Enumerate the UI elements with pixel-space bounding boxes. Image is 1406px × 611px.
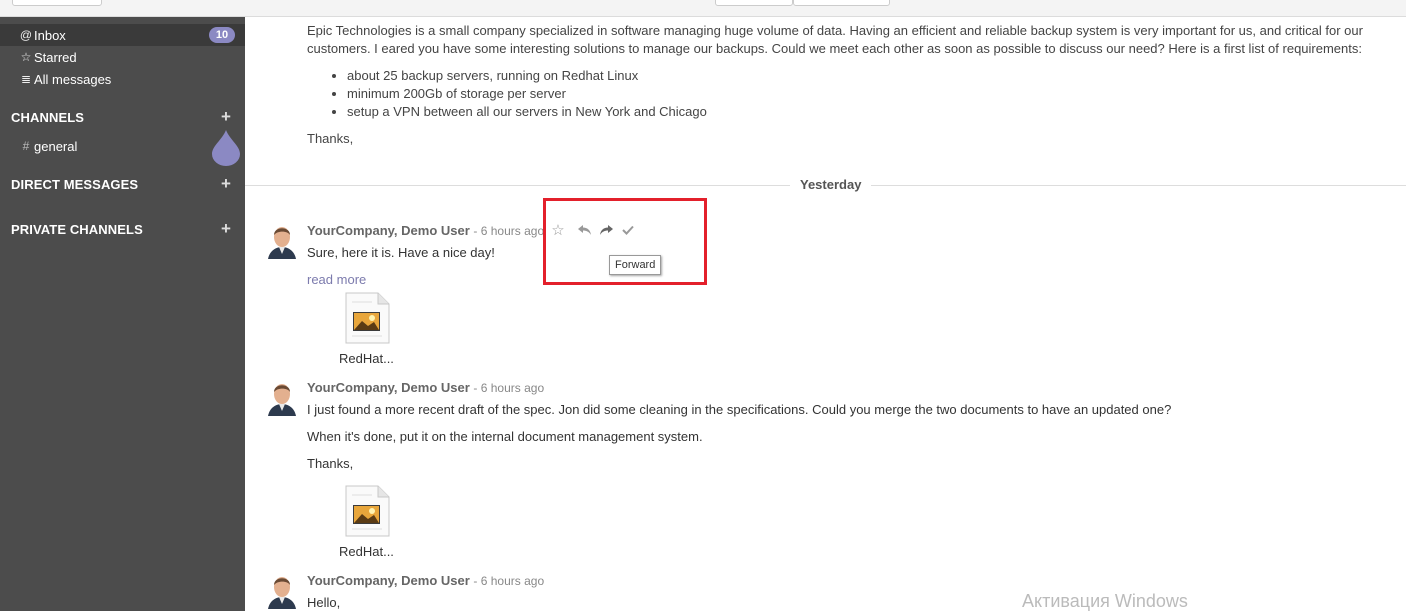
add-channel-icon[interactable]: +	[219, 108, 233, 125]
private-channels-section-title[interactable]: PRIVATE CHANNELS	[11, 222, 143, 237]
author-name[interactable]: YourCompany, Demo User	[307, 573, 470, 588]
avatar[interactable]	[266, 573, 298, 609]
at-icon: @	[19, 28, 33, 42]
message-text: Hello,	[307, 595, 341, 610]
sidebar-item-inbox[interactable]: @ Inbox 10	[0, 24, 245, 46]
avatar[interactable]	[266, 223, 298, 259]
image-file-icon	[345, 292, 390, 344]
requirements-list: about 25 backup servers, running on Redh…	[347, 67, 1387, 121]
sidebar-item-label: All messages	[34, 71, 112, 87]
list-item: minimum 200Gb of storage per server	[347, 85, 1387, 103]
drag-handle-icon[interactable]	[212, 130, 240, 166]
sidebar-item-label: general	[34, 138, 78, 154]
hash-icon: #	[22, 139, 30, 153]
attachment-name: RedHat...	[339, 544, 394, 559]
direct-messages-section-title[interactable]: DIRECT MESSAGES	[11, 177, 138, 192]
channels-section-title[interactable]: CHANNELS	[11, 110, 84, 125]
attachment-name: RedHat...	[339, 351, 394, 366]
sidebar-item-label: Inbox	[34, 27, 66, 43]
windows-activation-watermark: Активация Windows	[1022, 591, 1188, 611]
top-toolbar	[0, 0, 1406, 17]
author-name[interactable]: YourCompany, Demo User	[307, 380, 470, 395]
message-author[interactable]: YourCompany, Demo User - 6 hours ago	[307, 223, 544, 238]
message-author[interactable]: YourCompany, Demo User - 6 hours ago	[307, 573, 544, 588]
message-text: I just found a more recent draft of the …	[307, 402, 1172, 417]
avatar[interactable]	[266, 380, 298, 416]
message-time: - 6 hours ago	[473, 224, 545, 238]
pager-previous-button[interactable]	[715, 0, 793, 6]
list-item: about 25 backup servers, running on Redh…	[347, 67, 1387, 85]
author-name[interactable]: YourCompany, Demo User	[307, 223, 470, 238]
message-time: - 6 hours ago	[473, 574, 545, 588]
image-file-icon	[345, 485, 390, 537]
message-thread: Epic Technologies is a small company spe…	[245, 17, 1406, 611]
message-text: Thanks,	[307, 456, 354, 471]
message-author[interactable]: YourCompany, Demo User - 6 hours ago	[307, 380, 544, 395]
database-icon: ≣	[20, 72, 32, 86]
toolbar-button[interactable]	[12, 0, 102, 6]
message-paragraph: Epic Technologies is a small company spe…	[307, 23, 1363, 56]
unread-count-badge: 10	[209, 27, 235, 43]
sidebar-item-starred[interactable]: ☆ Starred	[0, 46, 245, 68]
add-direct-message-icon[interactable]: +	[219, 175, 233, 192]
sidebar: @ Inbox 10 ☆ Starred ≣ All messages CHAN…	[0, 17, 245, 611]
message-signoff: Thanks,	[307, 131, 354, 146]
list-item: setup a VPN between all our servers in N…	[347, 103, 1387, 121]
pager-next-button[interactable]	[793, 0, 890, 6]
star-icon: ☆	[20, 50, 32, 64]
read-more-link[interactable]: read more	[307, 272, 366, 287]
message-body: Epic Technologies is a small company spe…	[307, 22, 1387, 121]
sidebar-item-all-messages[interactable]: ≣ All messages	[0, 68, 245, 90]
date-divider-label: Yesterday	[790, 177, 872, 192]
message-time: - 6 hours ago	[473, 381, 545, 395]
add-private-channel-icon[interactable]: +	[219, 220, 233, 237]
sidebar-item-label: Starred	[34, 49, 77, 65]
sidebar-item-general[interactable]: # general	[0, 135, 245, 157]
forward-tooltip: Forward	[609, 255, 662, 275]
message-text: When it's done, put it on the internal d…	[307, 429, 703, 444]
message-text: Sure, here it is. Have a nice day!	[307, 245, 495, 260]
